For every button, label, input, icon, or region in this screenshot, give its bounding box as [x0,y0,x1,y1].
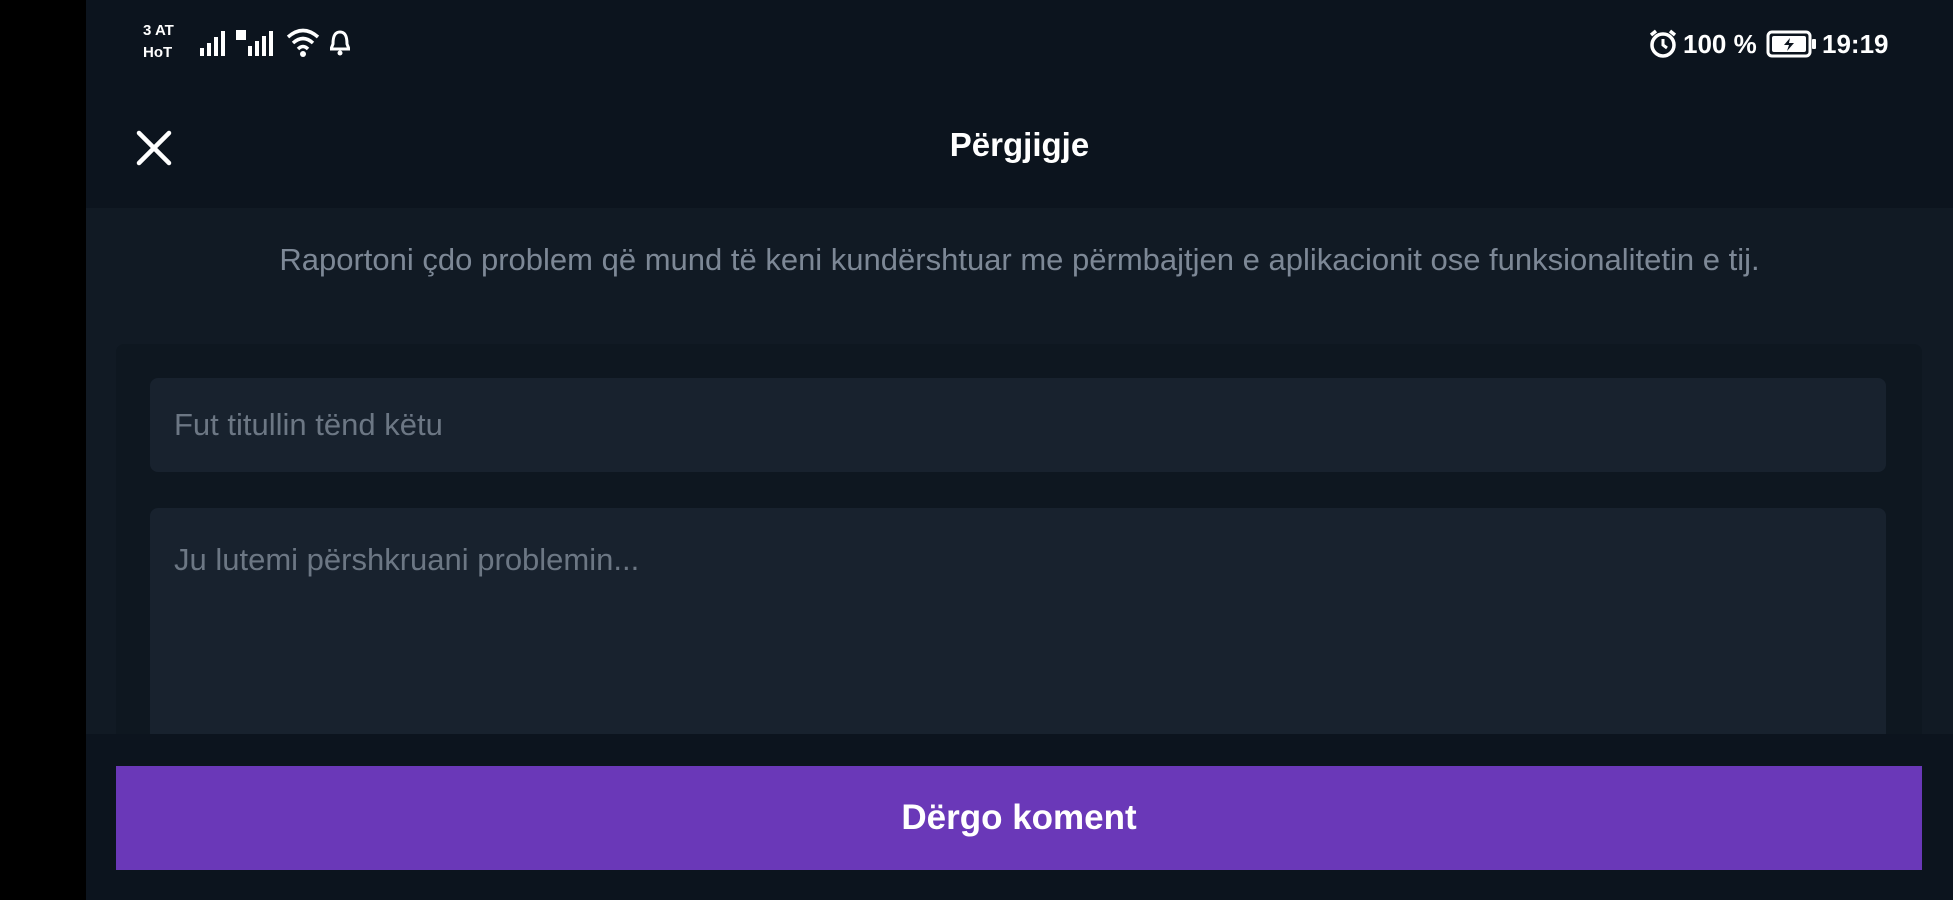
bottom-action-bar: Dërgo koment [86,734,1953,900]
status-bar: 3 AT HoT 100 % 19:19 [86,0,1953,88]
notification-icon [328,30,352,61]
page-title: Përgjigje [949,126,1090,163]
carrier-line-1: 3 AT [143,22,174,39]
submit-feedback-button[interactable]: Dërgo koment [116,766,1922,870]
clock: 19:19 [1822,29,1889,59]
signal-icon [234,28,278,63]
carrier-line-2: HoT [143,44,173,61]
app-screen: 3 AT HoT 100 % 19:19 Përgjigje Raportoni… [86,0,1953,900]
battery-icon [1766,30,1818,63]
carrier-label: 3 AT HoT [143,20,174,64]
feedback-description: Raportoni çdo problem që mund të keni ku… [279,242,1760,277]
battery-percent: 100 % [1683,29,1757,59]
feedback-form [116,344,1922,764]
signal-icon [198,28,228,63]
title-input[interactable] [150,378,1886,472]
description-textarea[interactable] [150,508,1886,764]
wifi-icon [286,26,320,63]
top-app-bar: Përgjigje [86,88,1953,208]
alarm-icon [1648,29,1678,64]
